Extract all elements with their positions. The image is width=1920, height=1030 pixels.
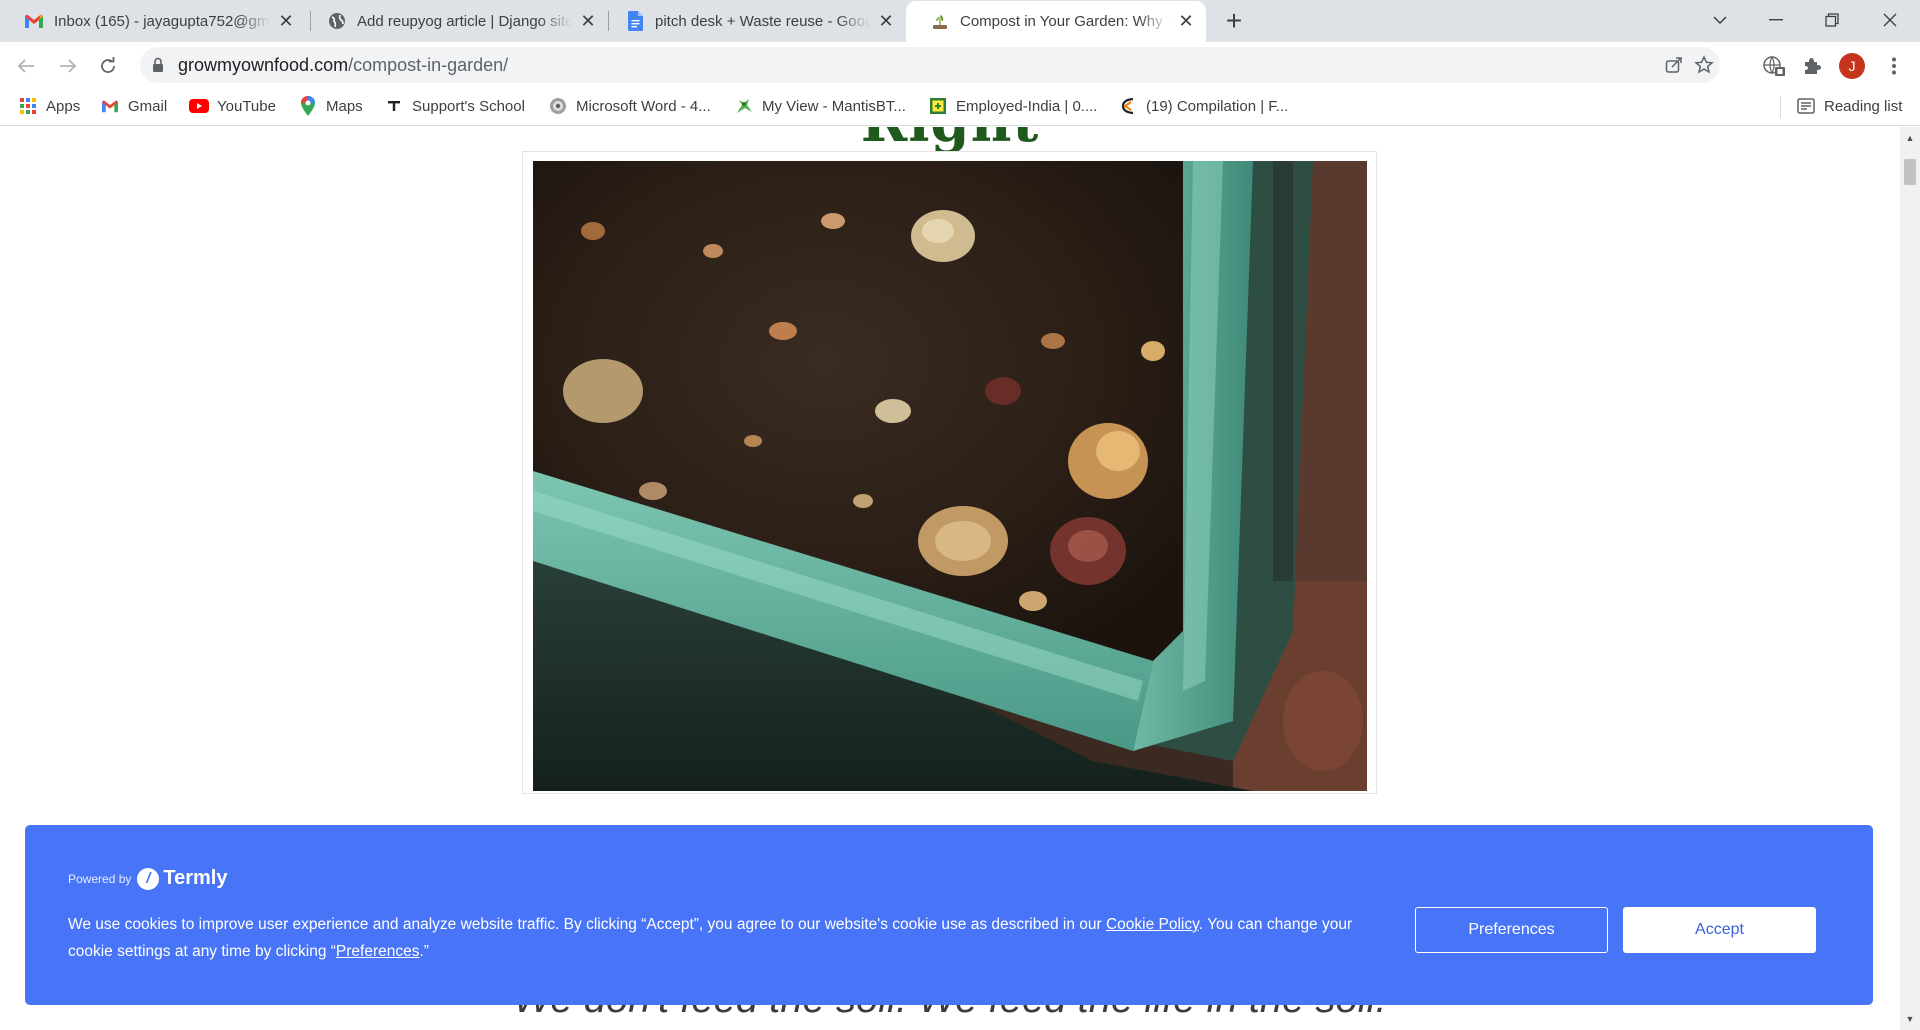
- growmyownfood-icon: [930, 12, 950, 32]
- bookmark-supports-school[interactable]: Support's School: [384, 88, 525, 124]
- close-icon[interactable]: ✕: [1176, 11, 1196, 32]
- share-icon[interactable]: [1663, 54, 1685, 76]
- lock-icon: [153, 57, 163, 72]
- gmail-icon: [100, 96, 120, 116]
- globe-icon: [327, 11, 347, 31]
- compilation-icon: [1118, 96, 1138, 116]
- forward-arrow-icon: [60, 59, 77, 73]
- url-path: /compost-in-garden/: [348, 55, 509, 75]
- powered-by-label: Powered by: [68, 871, 132, 886]
- maps-pin-icon: [298, 96, 318, 116]
- new-tab-button[interactable]: +: [1220, 5, 1248, 36]
- gmail-icon: [24, 11, 44, 31]
- tab-gmail-inbox[interactable]: Inbox (165) - jayagupta752@gmail.com ✕: [0, 0, 306, 42]
- chevron-down-icon: [1713, 16, 1727, 24]
- tab-title: Inbox (165) - jayagupta752@gmail.com: [54, 12, 270, 30]
- bookmark-icon: [384, 96, 404, 116]
- cookie-message: We use cookies to improve user experienc…: [68, 911, 1398, 965]
- restore-button[interactable]: [1804, 0, 1860, 40]
- tab-title: Compost in Your Garden: Why You: [960, 13, 1170, 30]
- close-icon[interactable]: ✕: [578, 11, 598, 31]
- bookmark-label: Support's School: [412, 97, 525, 115]
- powered-by-termly: Powered by / Termly: [68, 867, 227, 890]
- url-text: growmyownfood.com/compost-in-garden/: [178, 55, 508, 76]
- bookmark-label: My View - MantisBT...: [762, 97, 906, 115]
- preferences-link[interactable]: Preferences: [336, 943, 420, 960]
- google-docs-icon: [625, 11, 645, 31]
- youtube-icon: [189, 96, 209, 116]
- back-arrow-icon: [17, 59, 34, 73]
- tab-strip: Inbox (165) - jayagupta752@gmail.com ✕ A…: [0, 0, 1920, 42]
- cookie-consent-banner: Powered by / Termly We use cookies to im…: [25, 825, 1873, 1005]
- translate-extension-icon[interactable]: [1762, 54, 1786, 78]
- minimize-icon: [1769, 19, 1783, 21]
- bookmark-star-icon[interactable]: [1693, 54, 1715, 76]
- tab-search-button[interactable]: [1692, 0, 1748, 40]
- cookie-message-text: .”: [419, 943, 429, 960]
- reading-list-button[interactable]: Reading list: [1796, 88, 1902, 124]
- bookmark-apps[interactable]: Apps: [18, 88, 80, 124]
- apps-grid-icon: [18, 96, 38, 116]
- address-bar[interactable]: growmyownfood.com/compost-in-garden/: [140, 47, 1720, 83]
- bookmark-label: YouTube: [217, 97, 276, 115]
- word-doc-icon: [548, 96, 568, 116]
- bookmark-gmail[interactable]: Gmail: [100, 88, 167, 124]
- reading-list-icon: [1796, 96, 1816, 116]
- close-icon[interactable]: ✕: [276, 11, 296, 31]
- reload-button[interactable]: [92, 50, 124, 82]
- termly-logo-icon: /: [137, 867, 160, 890]
- bookmark-mantisbt[interactable]: My View - MantisBT...: [734, 88, 906, 124]
- bookmarks-separator: [1780, 96, 1781, 118]
- tab-title: Add reupyog article | Django site admin: [357, 12, 572, 30]
- more-menu-icon[interactable]: [1882, 54, 1906, 78]
- back-button[interactable]: [10, 50, 42, 82]
- bookmark-label: Microsoft Word - 4...: [576, 97, 711, 115]
- page-scrollbar[interactable]: ▲ ▼: [1900, 127, 1920, 1030]
- bookmark-label: Employed-India | 0....: [956, 97, 1098, 115]
- profile-avatar[interactable]: J: [1839, 53, 1865, 79]
- employed-india-icon: [928, 96, 948, 116]
- bookmarks-bar: Apps Gmail YouTube Maps Support's School…: [0, 88, 1920, 126]
- compost-bin-photo: [533, 161, 1367, 791]
- close-icon: [1883, 13, 1897, 27]
- browser-toolbar: growmyownfood.com/compost-in-garden/ J: [0, 42, 1920, 88]
- scroll-down-arrow-icon[interactable]: ▼: [1900, 1012, 1920, 1026]
- url-host: growmyownfood.com: [178, 55, 349, 75]
- extensions-puzzle-icon[interactable]: [1800, 54, 1824, 78]
- bookmark-employed-india[interactable]: Employed-India | 0....: [928, 88, 1097, 124]
- cookie-message-text: We use cookies to improve user experienc…: [68, 916, 1106, 933]
- forward-button[interactable]: [52, 50, 84, 82]
- reading-list-label: Reading list: [1824, 97, 1903, 115]
- reload-icon: [101, 57, 115, 73]
- tab-django-admin[interactable]: Add reupyog article | Django site admin …: [303, 0, 608, 42]
- bookmark-label: Gmail: [128, 97, 168, 115]
- termly-wordmark: Termly: [163, 867, 228, 889]
- close-icon[interactable]: ✕: [876, 11, 896, 31]
- bookmark-label: (19) Compilation | F...: [1146, 97, 1289, 115]
- mantis-icon: [734, 96, 754, 116]
- bookmark-youtube[interactable]: YouTube: [189, 88, 276, 124]
- bookmark-compilation[interactable]: (19) Compilation | F...: [1118, 88, 1288, 124]
- preferences-button[interactable]: Preferences: [1415, 907, 1608, 953]
- minimize-button[interactable]: [1748, 0, 1804, 40]
- tab-title: pitch desk + Waste reuse - Google Docs: [655, 12, 870, 30]
- cookie-policy-link[interactable]: Cookie Policy: [1106, 916, 1199, 933]
- scrollbar-thumb[interactable]: [1904, 159, 1916, 185]
- article-figure: [522, 151, 1377, 794]
- accept-button[interactable]: Accept: [1623, 907, 1816, 953]
- scroll-up-arrow-icon[interactable]: ▲: [1900, 131, 1920, 145]
- tab-google-docs[interactable]: pitch desk + Waste reuse - Google Docs ✕: [601, 0, 906, 42]
- bookmark-label: Apps: [46, 97, 81, 115]
- termly-logo: / Termly: [137, 867, 227, 890]
- close-window-button[interactable]: [1862, 0, 1918, 40]
- tab-compost-article[interactable]: Compost in Your Garden: Why You ✕: [906, 1, 1206, 42]
- restore-icon: [1825, 13, 1839, 27]
- bookmark-label: Maps: [326, 97, 363, 115]
- bookmark-microsoft-word[interactable]: Microsoft Word - 4...: [548, 88, 711, 124]
- bookmark-maps[interactable]: Maps: [298, 88, 363, 124]
